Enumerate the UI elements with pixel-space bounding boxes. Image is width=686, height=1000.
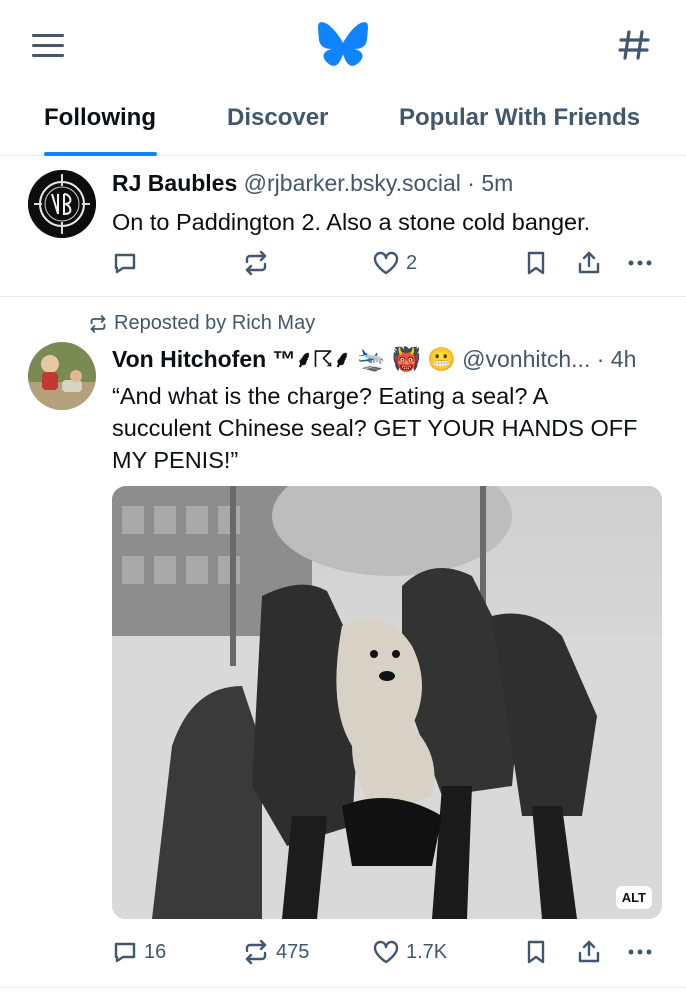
post-text-line: succulent Chinese seal? GET YOUR HANDS O…: [112, 415, 638, 441]
repost-label: Reposted by Rich May: [114, 312, 316, 334]
share-button[interactable]: [576, 935, 602, 969]
heart-icon: [373, 940, 399, 964]
post-text-line: MY PENIS!”: [112, 447, 239, 473]
author-name[interactable]: Von Hitchofen ™⸙☈⸙ 🛬 👹 😬: [112, 346, 456, 372]
top-bar: [0, 0, 686, 92]
bookmark-icon: [527, 251, 545, 275]
repost-icon: [245, 250, 267, 276]
avatar[interactable]: [28, 170, 96, 238]
alt-text-badge[interactable]: ALT: [615, 886, 652, 909]
reply-icon: [114, 253, 136, 274]
reply-button[interactable]: 16: [112, 935, 166, 969]
tab-following[interactable]: Following: [44, 104, 156, 132]
repost-button[interactable]: [242, 246, 270, 280]
bookmark-icon: [527, 940, 545, 964]
like-count: 1.7K: [406, 940, 448, 963]
repost-icon: [90, 314, 106, 333]
like-button[interactable]: 1.7K: [372, 935, 447, 969]
like-button[interactable]: 2: [372, 246, 417, 280]
hashtag-icon[interactable]: [614, 22, 654, 68]
butterfly-logo[interactable]: [318, 22, 368, 68]
like-count: 2: [406, 251, 418, 274]
repost-icon: [245, 939, 267, 965]
tab-discover[interactable]: Discover: [227, 104, 328, 132]
post-header: Von Hitchofen ™⸙☈⸙ 🛬 👹 😬 @vonhitch... · …: [112, 342, 668, 374]
share-button[interactable]: [576, 246, 602, 280]
post-time[interactable]: · 4h: [597, 346, 637, 372]
author-handle[interactable]: @rjbarker.bsky.social: [244, 170, 461, 196]
post-text-line: “And what is the charge? Eating a seal? …: [112, 383, 549, 409]
post-actions: 2: [112, 246, 660, 280]
post-actions: 16 475 1.7K: [112, 935, 660, 969]
share-icon: [578, 940, 600, 963]
repost-indicator[interactable]: Reposted by Rich May: [88, 312, 315, 335]
feed-post[interactable]: RJ Baubles @rjbarker.bsky.social · 5m On…: [0, 156, 686, 297]
feed-post[interactable]: Reposted by Rich May Von Hitchofen ™⸙☈⸙ …: [0, 298, 686, 988]
repost-count: 475: [276, 940, 310, 963]
share-icon: [578, 251, 600, 274]
hamburger-menu-icon[interactable]: [30, 30, 66, 62]
more-options-button[interactable]: [626, 935, 654, 969]
reply-icon: [114, 942, 136, 963]
reply-button[interactable]: [112, 246, 138, 280]
avatar[interactable]: [28, 342, 96, 410]
post-text: On to Paddington 2. Also a stone cold ba…: [112, 209, 591, 235]
post-text: “And what is the charge? Eating a seal? …: [112, 380, 672, 476]
author-handle[interactable]: @vonhitch...: [462, 346, 590, 372]
more-options-button[interactable]: [626, 246, 654, 280]
post-header: RJ Baubles @rjbarker.bsky.social · 5m: [112, 170, 672, 197]
reply-count: 16: [144, 940, 167, 963]
post-image[interactable]: ALT: [112, 486, 662, 919]
repost-button[interactable]: 475: [242, 935, 309, 969]
bookmark-button[interactable]: [524, 246, 548, 280]
more-options-icon: [628, 260, 652, 266]
author-name[interactable]: RJ Baubles: [112, 170, 237, 196]
post-time[interactable]: · 5m: [467, 170, 513, 196]
tab-popular-with-friends[interactable]: Popular With Friends: [399, 104, 640, 132]
heart-icon: [373, 251, 399, 275]
more-options-icon: [628, 949, 652, 955]
bookmark-button[interactable]: [524, 935, 548, 969]
feed-tabs: Following Discover Popular With Friends: [0, 92, 686, 156]
